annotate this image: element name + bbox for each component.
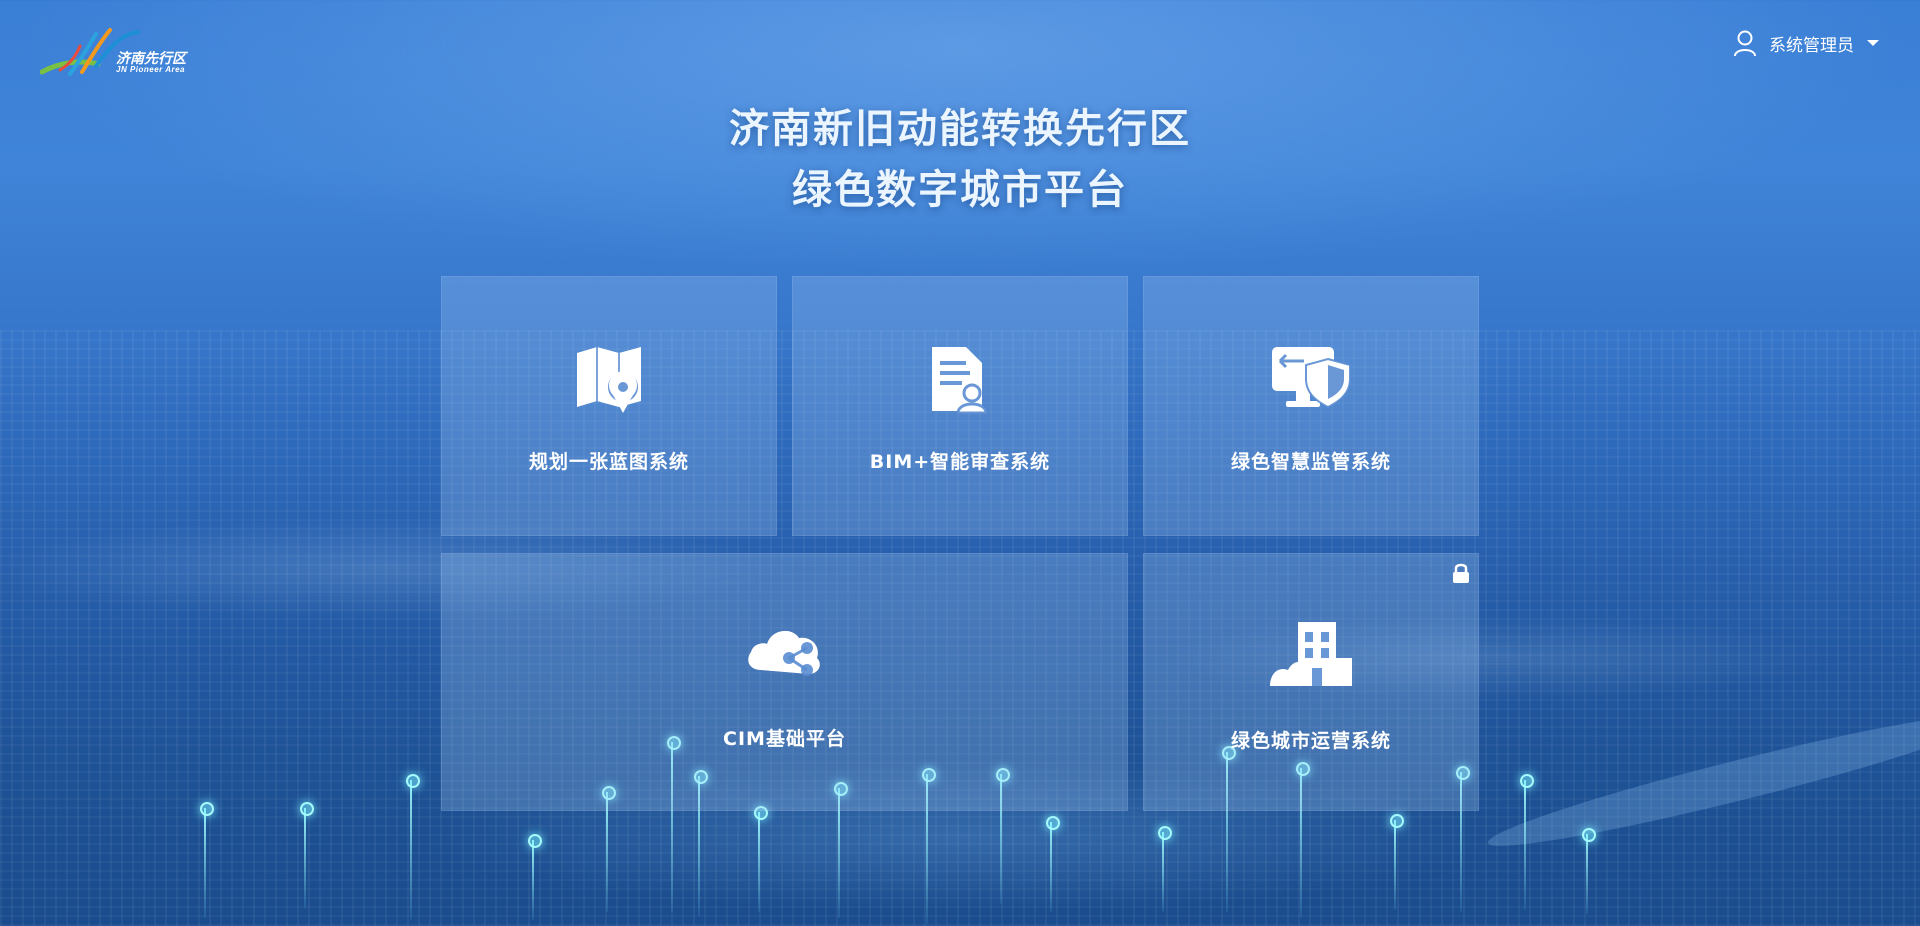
light-pole — [1046, 816, 1060, 912]
card-label: BIM+智能审查系统 — [869, 451, 1051, 473]
logo-text-en: JN Pioneer Area — [116, 65, 186, 74]
card-label: 绿色智慧监管系统 — [1230, 451, 1391, 473]
card-planning-blueprint[interactable]: 规划一张蓝图系统 — [441, 276, 777, 536]
river-decoration — [1482, 697, 1920, 863]
map-pin-icon — [577, 347, 641, 413]
light-pole — [200, 802, 214, 918]
light-pole — [1158, 826, 1172, 912]
card-label: 绿色城市运营系统 — [1230, 730, 1391, 752]
card-bim-review[interactable]: BIM+智能审查系统 — [792, 276, 1128, 536]
user-icon — [1734, 30, 1756, 57]
cloud-share-icon — [747, 630, 820, 676]
card-green-supervision[interactable]: 绿色智慧监管系统 — [1143, 276, 1479, 536]
card-label: CIM基础平台 — [723, 728, 846, 750]
document-user-icon — [932, 347, 988, 415]
light-pole — [1582, 828, 1596, 914]
page-title-line1: 济南新旧动能转换先行区 — [729, 106, 1191, 152]
card-green-city-operation[interactable]: 绿色城市运营系统 — [1143, 553, 1479, 811]
page-title-line2: 绿色数字城市平台 — [792, 167, 1128, 213]
user-name: 系统管理员 — [1769, 35, 1854, 56]
light-pole — [406, 774, 420, 920]
light-pole — [754, 806, 768, 912]
monitor-shield-icon — [1272, 347, 1351, 409]
lock-icon — [1453, 563, 1469, 583]
building-icon — [1270, 622, 1352, 686]
card-cim-platform[interactable]: CIM基础平台 — [441, 553, 1128, 811]
logo: 济南先行区 JN Pioneer Area — [39, 20, 200, 80]
light-pole — [1520, 774, 1534, 910]
card-label: 规划一张蓝图系统 — [528, 451, 689, 473]
light-pole — [528, 834, 542, 920]
user-menu[interactable]: 系统管理员 — [1733, 28, 1880, 58]
light-pole — [1390, 814, 1404, 910]
light-pole — [300, 802, 314, 908]
caret-down-icon[interactable] — [1866, 38, 1880, 48]
